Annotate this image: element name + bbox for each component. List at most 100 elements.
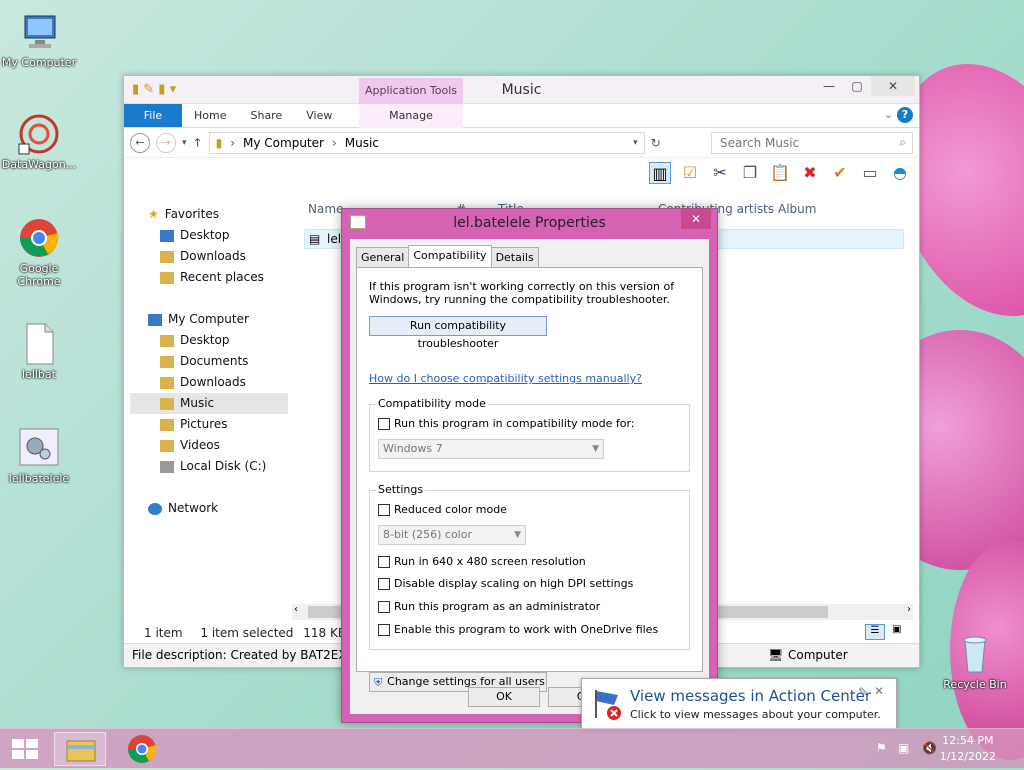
tab-general[interactable]: General bbox=[356, 247, 410, 267]
forward-button[interactable]: → bbox=[156, 132, 176, 153]
checkmark-icon[interactable]: ✔ bbox=[829, 162, 851, 184]
chevron-down-icon[interactable]: ⌄ bbox=[884, 108, 893, 121]
desktop-icon-my-computer[interactable]: My Computer bbox=[0, 10, 78, 69]
nav-pc-videos[interactable]: Videos bbox=[130, 435, 288, 456]
taskbar-chrome[interactable] bbox=[116, 732, 168, 766]
nav-pc-local-disk[interactable]: Local Disk (C:) bbox=[130, 456, 288, 477]
delete-icon[interactable]: ✖ bbox=[799, 162, 821, 184]
nav-pc-music[interactable]: Music bbox=[130, 393, 288, 414]
refresh-icon[interactable]: ↻ bbox=[651, 136, 661, 150]
nav-pc-pictures[interactable]: Pictures bbox=[130, 414, 288, 435]
breadcrumb-my-computer[interactable]: My Computer bbox=[243, 136, 324, 150]
dpi-scaling-checkbox[interactable]: Disable display scaling on high DPI sett… bbox=[378, 577, 633, 590]
nav-fav-desktop[interactable]: Desktop bbox=[130, 225, 288, 246]
breadcrumb-music[interactable]: Music bbox=[345, 136, 379, 150]
checkbox-label: Disable display scaling on high DPI sett… bbox=[394, 577, 634, 590]
tab-file[interactable]: File bbox=[124, 104, 182, 127]
column-name[interactable]: Name bbox=[308, 202, 343, 216]
taskbar: ⚑ ▣ 🔇 12:54 PM 1/12/2022 bbox=[0, 728, 1024, 768]
file-icon bbox=[17, 322, 61, 366]
run-troubleshooter-button[interactable]: Run compatibility troubleshooter bbox=[369, 316, 547, 350]
checkbox-box[interactable] bbox=[378, 417, 390, 430]
properties-icon[interactable]: ☑ bbox=[679, 162, 701, 184]
help-icon[interactable]: ? bbox=[897, 107, 913, 123]
nav-pc-downloads[interactable]: Downloads bbox=[130, 372, 288, 393]
close-icon[interactable]: ✕ bbox=[874, 684, 884, 698]
address-bar[interactable]: ▮ › My Computer › Music ▾ bbox=[208, 131, 645, 154]
tab-share[interactable]: Share bbox=[238, 104, 294, 127]
tab-compatibility[interactable]: Compatibility bbox=[408, 245, 492, 267]
taskbar-file-explorer[interactable] bbox=[54, 732, 106, 766]
folder-icon: ▮ bbox=[215, 135, 223, 150]
color-mode-select[interactable]: 8-bit (256) color ▼ bbox=[378, 525, 526, 545]
action-center-notification[interactable]: View messages in Action Center Click to … bbox=[581, 678, 897, 730]
system-clock[interactable]: 12:54 PM 1/12/2022 bbox=[940, 733, 996, 765]
res-640-checkbox[interactable]: Run in 640 x 480 screen resolution bbox=[378, 555, 586, 568]
desktop-icon-lellbatelele[interactable]: lellbatelele bbox=[0, 426, 78, 485]
tab-home[interactable]: Home bbox=[182, 104, 238, 127]
ok-button[interactable]: OK bbox=[468, 687, 540, 707]
checkbox-box[interactable] bbox=[378, 503, 390, 516]
checkbox-box[interactable] bbox=[378, 577, 390, 590]
checkbox-box[interactable] bbox=[378, 555, 390, 568]
wrench-icon[interactable]: ✎ bbox=[858, 685, 868, 699]
rename-icon[interactable]: ▭ bbox=[859, 162, 881, 184]
nav-fav-recent[interactable]: Recent places bbox=[130, 267, 288, 288]
file-description: File description: Created by BAT2EXE.ne bbox=[132, 648, 373, 662]
checkbox-label: Reduced color mode bbox=[394, 503, 507, 516]
reduced-color-checkbox[interactable]: Reduced color mode bbox=[378, 503, 507, 516]
desktop-icon-lellbat[interactable]: lellbat bbox=[0, 322, 78, 381]
ribbon-tabs: File Home Share View Manage ⌄ ? bbox=[124, 104, 919, 128]
nav-pc-documents[interactable]: Documents bbox=[130, 351, 288, 372]
onedrive-checkbox[interactable]: Enable this program to work with OneDriv… bbox=[378, 623, 658, 636]
column-album[interactable]: Album bbox=[778, 202, 816, 216]
search-input[interactable]: Search Music ⌕ bbox=[711, 131, 913, 154]
compat-help-link[interactable]: How do I choose compatibility settings m… bbox=[369, 372, 642, 385]
clock-date: 1/12/2022 bbox=[939, 750, 996, 763]
up-button[interactable]: ↑ bbox=[193, 136, 203, 150]
tab-view[interactable]: View bbox=[294, 104, 344, 127]
nav-favorites[interactable]: ★ Favorites bbox=[130, 204, 288, 225]
scroll-right-icon[interactable]: › bbox=[907, 604, 911, 615]
compat-os-select[interactable]: Windows 7 ▼ bbox=[378, 439, 604, 459]
explorer-titlebar[interactable]: ▮ ✎ ▮ ▾ Application Tools Music — ▢ ✕ bbox=[124, 76, 919, 104]
nav-network[interactable]: Network bbox=[130, 498, 288, 519]
desktop-icon-datawagon[interactable]: DataWagon... bbox=[0, 112, 78, 171]
maximize-button[interactable]: ▢ bbox=[843, 76, 871, 96]
cut-icon[interactable]: ✂ bbox=[709, 162, 731, 184]
minimize-button[interactable]: — bbox=[815, 76, 843, 96]
group-label: Compatibility mode bbox=[376, 397, 488, 410]
copy-icon[interactable]: ❐ bbox=[739, 162, 761, 184]
chevron-down-icon[interactable]: ▾ bbox=[633, 138, 638, 148]
start-button[interactable] bbox=[0, 732, 52, 766]
run-as-admin-checkbox[interactable]: Run this program as an administrator bbox=[378, 600, 600, 613]
checkbox-box[interactable] bbox=[378, 623, 390, 636]
preview-pane-icon[interactable]: ▥ bbox=[649, 162, 671, 184]
notification-message: Click to view messages about your comput… bbox=[630, 708, 881, 721]
scroll-left-icon[interactable]: ‹ bbox=[294, 604, 298, 615]
back-button[interactable]: ← bbox=[130, 132, 150, 153]
computer-icon bbox=[148, 313, 162, 326]
dialog-close-button[interactable]: ✕ bbox=[681, 209, 711, 229]
nav-pc-desktop[interactable]: Desktop bbox=[130, 330, 288, 351]
details-view-icon[interactable]: ☰ bbox=[865, 624, 885, 640]
compat-mode-checkbox[interactable]: Run this program in compatibility mode f… bbox=[378, 417, 635, 430]
nav-my-computer[interactable]: My Computer bbox=[130, 309, 288, 330]
paste-icon[interactable]: 📋 bbox=[769, 162, 791, 184]
action-center-tray-icon[interactable]: ⚑ bbox=[876, 741, 887, 755]
volume-muted-icon[interactable]: 🔇 bbox=[922, 741, 937, 755]
tab-details[interactable]: Details bbox=[490, 247, 539, 267]
checkbox-box[interactable] bbox=[378, 600, 390, 613]
search-placeholder: Search Music bbox=[720, 135, 800, 150]
computer-icon: 🖥 bbox=[768, 648, 784, 662]
shell-icon[interactable]: ◓ bbox=[889, 162, 911, 184]
tab-manage[interactable]: Manage bbox=[359, 104, 463, 128]
properties-dialog[interactable]: lel.batelele Properties ✕ General Compat… bbox=[341, 208, 718, 723]
desktop-icon-recycle-bin[interactable]: Recycle Bin bbox=[936, 632, 1014, 691]
recent-locations-icon[interactable]: ▾ bbox=[182, 138, 187, 148]
network-tray-icon[interactable]: ▣ bbox=[898, 741, 909, 755]
desktop-icon-chrome[interactable]: Google Chrome bbox=[0, 216, 78, 288]
close-button[interactable]: ✕ bbox=[871, 76, 915, 96]
tiles-view-icon[interactable]: ▣ bbox=[887, 624, 907, 640]
nav-fav-downloads[interactable]: Downloads bbox=[130, 246, 288, 267]
